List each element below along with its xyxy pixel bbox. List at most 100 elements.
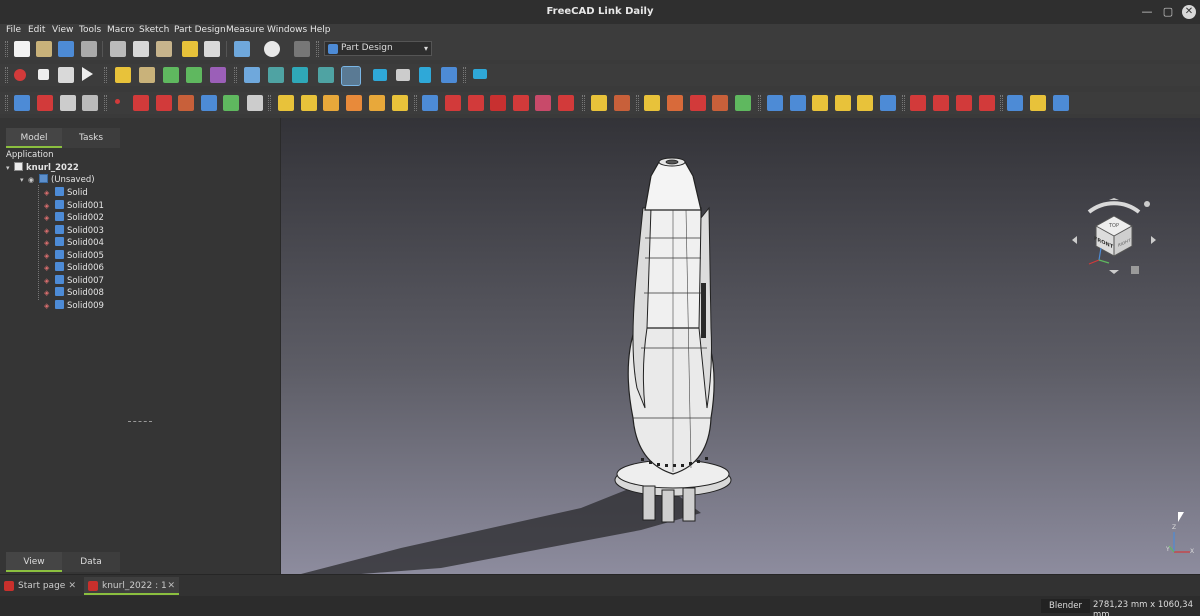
subtractive-loft-icon[interactable] [490, 95, 506, 111]
cut-icon[interactable] [110, 41, 126, 57]
shapebinder-icon[interactable] [201, 95, 217, 111]
chevron-down-icon[interactable]: ▾ [6, 164, 14, 172]
subtractive-pipe-icon[interactable] [513, 95, 529, 111]
macro-record-icon[interactable] [14, 69, 26, 81]
sub-boolean-icon[interactable] [812, 95, 828, 111]
chamfer-icon[interactable] [712, 95, 728, 111]
wrap-feature-icon[interactable] [857, 95, 873, 111]
clone-feature-icon[interactable] [247, 95, 263, 111]
datum-line-icon[interactable] [133, 95, 149, 111]
sketch-icon[interactable] [37, 95, 53, 111]
fit-all-icon[interactable] [244, 67, 260, 83]
menu-part-design[interactable]: Part Design [174, 25, 226, 35]
text-feature-icon[interactable] [835, 95, 851, 111]
menu-measure[interactable]: Measure [226, 25, 264, 35]
tree-body[interactable]: ▾ ◉ (Unsaved) [20, 174, 95, 186]
loft-icon[interactable] [323, 95, 339, 111]
hidden-eye-icon[interactable]: ◈ [44, 289, 53, 297]
hole-icon[interactable] [445, 95, 461, 111]
boolean-icon[interactable] [790, 95, 806, 111]
mirror-icon[interactable] [591, 95, 607, 111]
eye-icon[interactable]: ◉ [28, 176, 37, 184]
link-sub-icon[interactable] [186, 67, 202, 83]
datum-point-icon[interactable] [115, 99, 120, 104]
macro-run-icon[interactable] [82, 67, 93, 81]
fit-selection-icon[interactable] [268, 67, 284, 83]
boolean-fuse-icon[interactable] [910, 95, 926, 111]
tree-item-solid008[interactable]: ◈ Solid008 [44, 287, 104, 299]
fillet-icon[interactable] [690, 95, 706, 111]
nav-forward-icon[interactable] [396, 69, 410, 81]
link-icon[interactable] [163, 67, 179, 83]
std-view-icon[interactable] [341, 66, 361, 86]
hidden-eye-icon[interactable]: ◈ [44, 202, 53, 210]
boolean-common-icon[interactable] [956, 95, 972, 111]
tab-property-data[interactable]: Data [62, 552, 120, 572]
subtractive-helix-icon[interactable] [535, 95, 551, 111]
tree-item-solid009[interactable]: ◈ Solid009 [44, 299, 104, 312]
split-feature-icon[interactable] [880, 95, 896, 111]
refresh-check-icon[interactable] [234, 41, 250, 57]
pipe-icon[interactable] [346, 95, 362, 111]
tree-item-solid006[interactable]: ◈ Solid006 [44, 262, 104, 274]
nav-box-icon[interactable] [441, 67, 457, 83]
hidden-eye-icon[interactable]: ◈ [44, 252, 53, 260]
body-icon[interactable] [14, 95, 30, 111]
offset-icon[interactable] [1030, 95, 1046, 111]
measure-icon[interactable] [473, 69, 487, 79]
lcs-icon[interactable] [178, 95, 194, 111]
tree-item-solid001[interactable]: ◈ Solid001 [44, 199, 104, 212]
panel-splitter-handle[interactable] [128, 421, 152, 422]
menu-help[interactable]: Help [310, 25, 331, 35]
shell-icon[interactable] [1007, 95, 1023, 111]
tree-item-solid003[interactable]: ◈ Solid003 [44, 224, 104, 237]
group-icon[interactable] [139, 67, 155, 83]
close-tab-icon[interactable]: ✕ [167, 577, 175, 595]
minimize-icon[interactable]: — [1139, 4, 1155, 20]
polar-pattern-icon[interactable] [644, 95, 660, 111]
groove-icon[interactable] [468, 95, 484, 111]
open-icon[interactable] [36, 41, 52, 57]
hidden-eye-icon[interactable]: ◈ [44, 214, 53, 222]
hidden-eye-icon[interactable]: ◈ [44, 264, 53, 272]
solid-icon[interactable] [1053, 95, 1069, 111]
menu-edit[interactable]: Edit [28, 25, 45, 35]
navigation-style-button[interactable]: Blender [1041, 599, 1090, 613]
clone-icon[interactable] [82, 95, 98, 111]
pocket-icon[interactable] [422, 95, 438, 111]
datum-plane-icon[interactable] [156, 95, 172, 111]
bounding-box-icon[interactable] [318, 67, 334, 83]
save-icon[interactable] [58, 41, 74, 57]
tab-property-view[interactable]: View [6, 552, 62, 572]
subshape-binder-icon[interactable] [223, 95, 239, 111]
tree-item-solid002[interactable]: ◈ Solid002 [44, 212, 104, 224]
thickness-icon[interactable] [767, 95, 783, 111]
linear-pattern-icon[interactable] [614, 95, 630, 111]
redo-icon[interactable] [204, 41, 220, 57]
nav-back-icon[interactable] [373, 69, 387, 81]
new-icon[interactable] [14, 41, 30, 57]
hidden-eye-icon[interactable]: ◈ [44, 227, 53, 235]
chevron-down-icon[interactable]: ▾ [20, 176, 28, 184]
pad-icon[interactable] [278, 95, 294, 111]
tab-tasks[interactable]: Tasks [62, 128, 120, 148]
menu-sketch[interactable]: Sketch [139, 25, 169, 35]
subtractive-cube-icon[interactable] [558, 95, 574, 111]
part-icon[interactable] [115, 67, 131, 83]
recompute-icon[interactable] [264, 41, 280, 57]
tab-model[interactable]: Model [6, 128, 62, 148]
workbench-selector[interactable]: Part Design ▾ [324, 41, 432, 56]
nav-up-icon[interactable] [419, 67, 431, 83]
3d-viewport[interactable]: FRONT TOP RIGHT Z X Y [281, 118, 1200, 574]
macro-edit-icon[interactable] [58, 67, 74, 83]
rocket-model-render[interactable] [281, 118, 1200, 574]
whats-this-icon[interactable] [294, 41, 310, 57]
hidden-eye-icon[interactable]: ◈ [44, 277, 53, 285]
copy-icon[interactable] [133, 41, 149, 57]
draw-style-icon[interactable] [292, 67, 308, 83]
navigation-cube[interactable]: FRONT TOP RIGHT [1069, 198, 1159, 278]
revolve-icon[interactable] [301, 95, 317, 111]
menu-file[interactable]: File [6, 25, 21, 35]
additive-cube-icon[interactable] [392, 95, 408, 111]
tab-knurl-2022[interactable]: knurl_2022 : 1 ✕ [84, 577, 179, 595]
